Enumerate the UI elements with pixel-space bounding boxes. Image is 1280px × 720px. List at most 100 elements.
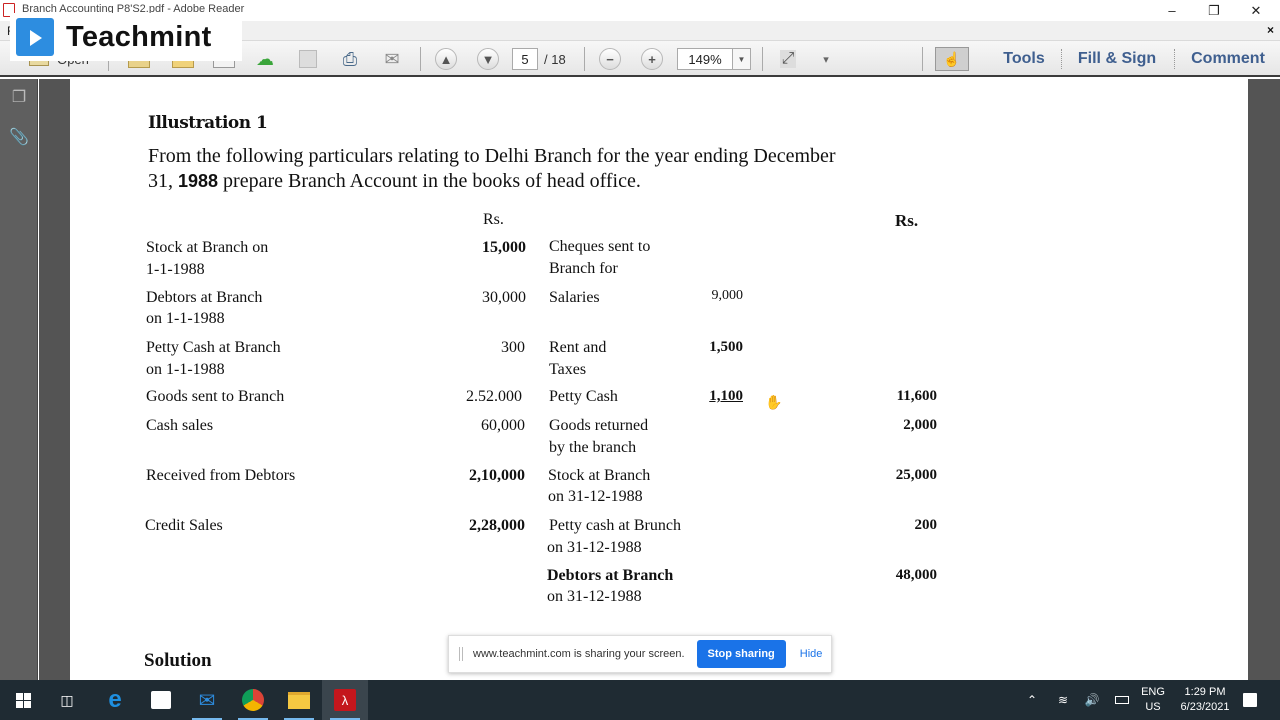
screen-share-bar: www.teachmint.com is sharing your screen… xyxy=(448,635,832,673)
minimize-icon: – xyxy=(1168,3,1176,18)
right-item-amount: 200 xyxy=(914,517,938,533)
tab-tools[interactable]: Tools xyxy=(1000,47,1048,71)
hide-button[interactable]: Hide xyxy=(800,648,823,660)
right-item-amount: 11,600 xyxy=(896,388,937,404)
left-item-label: Goods sent to Branch xyxy=(146,388,285,405)
left-item-amount: 30,000 xyxy=(482,289,526,306)
right-item-label-cont: on 31-12-1988 xyxy=(548,488,643,505)
hand-tool-button[interactable]: ☝ xyxy=(935,47,969,71)
paperclip-icon: 📎 xyxy=(9,129,29,146)
taskbar-file-explorer[interactable] xyxy=(276,680,322,720)
minimize-button[interactable]: – xyxy=(1150,0,1194,21)
close-icon: ✕ xyxy=(1250,2,1262,18)
volume-icon: 🔊 xyxy=(1084,693,1100,707)
document-background-right xyxy=(1248,79,1280,680)
right-item-label-cont: on 31-12-1988 xyxy=(547,588,642,605)
solution-heading: Solution xyxy=(144,650,212,671)
chevron-down-icon: ▼ xyxy=(737,54,746,64)
next-page-button[interactable]: ▼ xyxy=(476,47,500,71)
start-button[interactable] xyxy=(0,680,46,720)
page-thumbnails-button[interactable]: ❐ xyxy=(9,87,29,107)
left-item-label: Petty Cash at Branch xyxy=(146,339,281,356)
more-options-button[interactable]: ▾ xyxy=(818,47,834,71)
zoom-level-input[interactable] xyxy=(677,48,733,70)
hand-icon: ☝ xyxy=(943,50,961,67)
left-item-label: Received from Debtors xyxy=(146,467,296,484)
task-view-button[interactable]: ◫ xyxy=(44,680,90,720)
chevron-up-icon: ⌃ xyxy=(1026,693,1038,707)
zoom-in-button[interactable]: + xyxy=(640,47,664,71)
action-center-button[interactable] xyxy=(1238,680,1262,720)
previous-page-button[interactable]: ▲ xyxy=(434,47,458,71)
clock-date: 6/23/2021 xyxy=(1180,701,1230,713)
email-button[interactable]: ✉ xyxy=(378,47,406,71)
attachments-button[interactable]: 📎 xyxy=(9,127,29,147)
document-background-left xyxy=(39,79,70,680)
wifi-icon: ≋ xyxy=(1057,693,1069,707)
taskbar-store[interactable] xyxy=(138,680,184,720)
store-icon xyxy=(151,691,171,709)
arrow-up-icon: ▲ xyxy=(435,48,457,70)
left-item-label: Debtors at Branch xyxy=(146,289,263,306)
intro-line-1: From the following particulars relating … xyxy=(148,145,836,167)
left-item-label-cont: on 1-1-1988 xyxy=(146,310,225,327)
print-icon: ⎙ xyxy=(342,48,358,69)
input-language-button[interactable]: ENG US xyxy=(1138,685,1168,715)
right-item-sub-amount: 1,100 xyxy=(709,388,743,404)
print-button[interactable]: ⎙ xyxy=(337,47,363,71)
network-button[interactable]: ≋ xyxy=(1052,680,1074,720)
toolbar-divider xyxy=(420,47,421,71)
stop-sharing-button[interactable]: Stop sharing xyxy=(696,640,786,668)
cloud-upload-button[interactable]: ☁ xyxy=(252,47,278,71)
right-item-label: Stock at Branch xyxy=(548,467,651,484)
page-total: / 18 xyxy=(544,51,566,67)
tab-fill-sign[interactable]: Fill & Sign xyxy=(1070,47,1164,71)
right-item-sub-amount: 1,500 xyxy=(709,339,743,355)
arrow-down-icon: ▼ xyxy=(477,48,499,70)
save-button[interactable] xyxy=(296,47,320,71)
close-window-button[interactable]: ✕ xyxy=(1234,0,1278,21)
screen: Branch Accounting P8'S2.pdf - Adobe Read… xyxy=(0,0,1280,720)
zoom-dropdown-button[interactable]: ▼ xyxy=(732,48,751,70)
toolbar-divider xyxy=(922,47,923,71)
drag-handle-icon[interactable] xyxy=(459,647,463,661)
right-item-amount: 25,000 xyxy=(895,467,937,483)
taskbar-mail[interactable]: ✉ xyxy=(184,680,230,720)
show-hidden-icons-button[interactable]: ⌃ xyxy=(1022,680,1042,720)
restore-icon: ❐ xyxy=(1208,2,1220,18)
left-item-label: Stock at Branch on xyxy=(146,239,269,256)
intro-line-2: 31, 1988 prepare Branch Account in the b… xyxy=(148,169,641,194)
taskbar-edge[interactable]: e xyxy=(92,680,138,720)
cloud-upload-icon: ☁ xyxy=(256,48,274,69)
navigation-pane: ❐ 📎 xyxy=(0,79,38,680)
plus-icon: + xyxy=(641,48,663,70)
taskbar-adobe-reader[interactable]: λ xyxy=(322,680,368,720)
language-code: ENG xyxy=(1141,686,1165,698)
minus-icon: − xyxy=(599,48,621,70)
pdf-page: Illustration 1 From the following partic… xyxy=(70,79,1248,680)
right-item-label-cont: Branch for xyxy=(549,260,618,277)
right-item-label: Petty Cash xyxy=(549,388,618,405)
folder-icon xyxy=(288,691,310,709)
tab-comment[interactable]: Comment xyxy=(1185,47,1271,71)
fullscreen-button[interactable]: ⤢ xyxy=(776,47,800,71)
zoom-out-button[interactable]: − xyxy=(598,47,622,71)
battery-button[interactable] xyxy=(1111,680,1133,720)
more-icon: ▾ xyxy=(823,53,829,66)
right-item-label-cont: Taxes xyxy=(549,361,587,378)
taskbar: ◫ e ✉ λ ⌃ ≋ 🔊 ENG US 1:29 PM 6/23/2021 xyxy=(0,680,1280,720)
left-item-label-cont: 1-1-1988 xyxy=(146,261,205,278)
restore-button[interactable]: ❐ xyxy=(1192,0,1236,21)
system-clock[interactable]: 1:29 PM 6/23/2021 xyxy=(1172,685,1238,715)
page-number-input[interactable] xyxy=(512,48,538,70)
toolbar-divider xyxy=(762,47,763,71)
task-view-icon: ◫ xyxy=(60,691,74,708)
currency-header-left: Rs. xyxy=(483,211,504,228)
mail-icon: ✉ xyxy=(198,689,216,712)
notifications-icon xyxy=(1243,693,1257,707)
close-document-button[interactable]: × xyxy=(1267,23,1274,37)
volume-button[interactable]: 🔊 xyxy=(1081,680,1103,720)
left-item-amount: 2,10,000 xyxy=(469,467,525,484)
taskbar-chrome[interactable] xyxy=(230,680,276,720)
teachmint-book-icon xyxy=(16,18,54,56)
